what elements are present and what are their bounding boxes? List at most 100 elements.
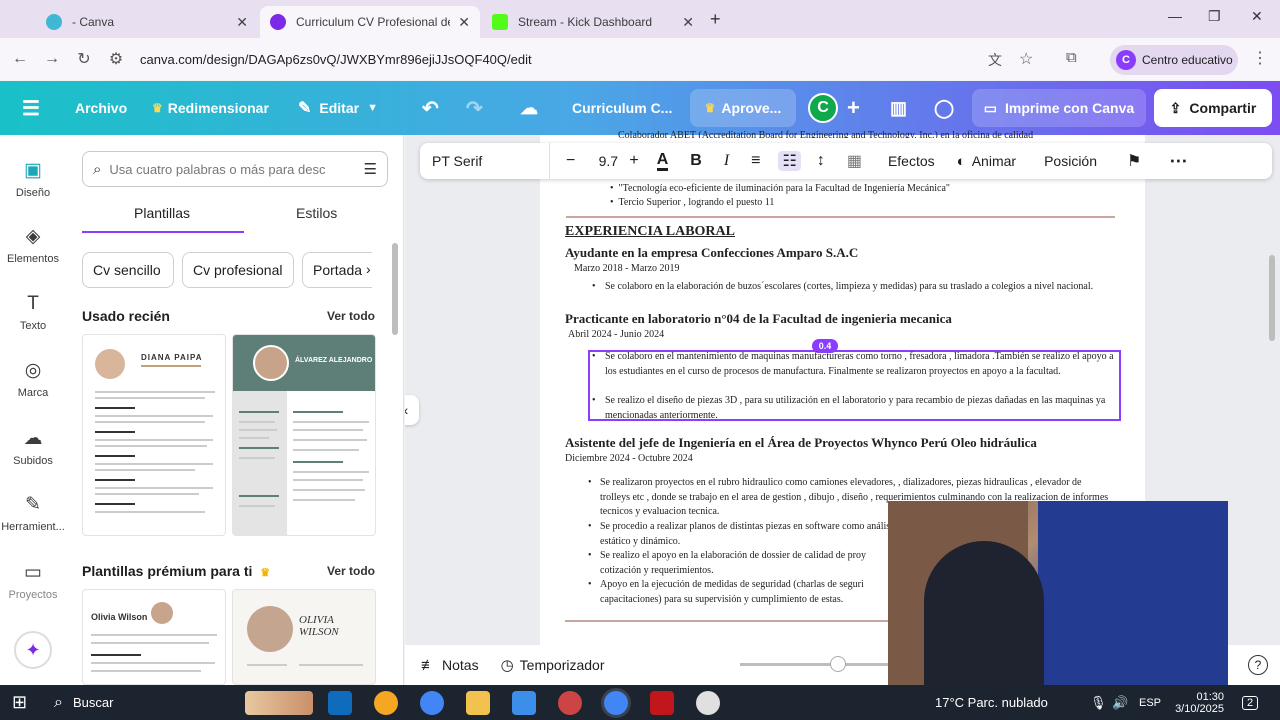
font-size-input[interactable]: 9.7 (593, 153, 623, 169)
italic-icon[interactable]: I (724, 152, 729, 170)
add-collaborator-icon[interactable]: + (847, 81, 860, 135)
effects-button[interactable]: Efectos (888, 153, 935, 169)
job3-bullet-3[interactable]: • Se realizo el apoyo en la elaboración d… (588, 549, 898, 578)
timer-button[interactable]: Temporizador (520, 657, 605, 673)
font-family-select[interactable]: PT Serif (420, 143, 550, 179)
windows-start-icon[interactable]: ⊞ (12, 685, 27, 720)
menu-icon[interactable]: ☰ (22, 81, 40, 135)
rail-elementos[interactable]: ◈ Elementos (0, 225, 66, 265)
upgrade-button[interactable]: ♛ Aprove... (690, 89, 796, 127)
job1-bullet-1[interactable]: • Se colaboro en la elaboración de buzos´… (592, 280, 1112, 295)
rail-diseno[interactable]: ▣ Diseño (0, 159, 66, 199)
increase-size-icon[interactable]: + (629, 152, 638, 170)
zoom-slider-track[interactable] (740, 663, 890, 666)
job1-date[interactable]: Marzo 2018 - Marzo 2019 (574, 263, 680, 274)
chevron-right-icon[interactable]: › (366, 261, 371, 277)
job2-bullet-2[interactable]: • Se realizo el diseño de piezas 3D , par… (592, 394, 1117, 423)
minimize-icon[interactable]: — (1168, 8, 1182, 24)
animate-button[interactable]: Animar (972, 153, 1016, 169)
job3-bullet-4[interactable]: • Apoyo en la ejecución de medidas de seg… (588, 578, 898, 607)
undo-icon[interactable]: ↶ (422, 81, 439, 135)
see-all-premium-link[interactable]: Ver todo (327, 564, 375, 578)
archivo-button[interactable]: Archivo (75, 81, 127, 135)
transparency-icon[interactable]: ▦ (847, 151, 862, 171)
chrome-active-icon[interactable] (604, 691, 628, 715)
notes-button[interactable]: Notas (442, 657, 479, 673)
volume-icon[interactable]: 🔊 (1112, 685, 1128, 720)
rail-proyectos[interactable]: ▭ Proyectos (0, 561, 66, 601)
tab-curriculum[interactable]: Curriculum CV Profesional de M ✕ (260, 6, 480, 38)
see-all-recent-link[interactable]: Ver todo (327, 309, 375, 323)
zoom-slider-handle[interactable] (830, 656, 846, 672)
app-icon[interactable] (558, 691, 582, 715)
mcafee-icon[interactable] (650, 691, 674, 715)
template-search-input[interactable]: ⌕ Usa cuatro palabras o más para desc ☰ (82, 151, 388, 187)
close-tab-icon[interactable]: ✕ (236, 14, 248, 31)
tab-kick[interactable]: Stream - Kick Dashboard ✕ (482, 6, 704, 38)
site-settings-icon[interactable]: ⚙ (100, 49, 132, 69)
job1-title[interactable]: Ayudante en la empresa Confecciones Ampa… (565, 245, 858, 261)
job3-bullet-2[interactable]: • Se procedio a realizar planos de distin… (588, 520, 898, 549)
browser-menu-icon[interactable]: ⋮ (1252, 48, 1268, 68)
rail-herramientas[interactable]: ✎ Herramient... (0, 493, 66, 533)
bold-icon[interactable]: B (690, 152, 702, 170)
template-thumb-diana[interactable]: DIANA PAIPA (82, 334, 226, 536)
align-icon[interactable]: ≡ (751, 152, 760, 170)
position-button[interactable]: Posición (1044, 153, 1097, 169)
job2-bullet-1[interactable]: • Se colaboro en el mantenimiento de maqu… (592, 350, 1117, 379)
rail-marca[interactable]: ◎ Marca (0, 359, 66, 399)
translate-icon[interactable]: 文 (988, 50, 1002, 70)
close-tab-icon[interactable]: ✕ (458, 14, 470, 31)
chip-cv-sencillo[interactable]: Cv sencillo (82, 252, 174, 288)
job3-title[interactable]: Asistente del jefe de Ingeniería en el Á… (565, 435, 1037, 451)
language-indicator[interactable]: ESP (1139, 685, 1161, 720)
more-options-icon[interactable]: ⋯ (1169, 151, 1187, 172)
job2-date[interactable]: Abril 2024 - Junio 2024 (568, 329, 664, 340)
clock[interactable]: 01:30 3/10/2025 (1172, 685, 1224, 720)
chip-cv-profesional[interactable]: Cv profesional (182, 252, 294, 288)
magic-sparkle-icon[interactable]: ✦ (14, 631, 52, 669)
doc-top-bullet-2[interactable]: • Tercio Superior , logrando el puesto 1… (610, 197, 774, 208)
section-experiencia-heading[interactable]: EXPERIENCIA LABORAL (565, 224, 735, 240)
close-tab-icon[interactable]: ✕ (682, 14, 694, 31)
rail-subidos[interactable]: ☁ Subidos (0, 427, 66, 467)
extensions-icon[interactable]: ⧉ (1066, 49, 1077, 66)
insights-chart-icon[interactable]: ▥ (890, 81, 907, 135)
restore-icon[interactable]: ❐ (1208, 8, 1221, 25)
tab-estilos[interactable]: Estilos (296, 205, 337, 221)
job3-date[interactable]: Diciembre 2024 - Octubre 2024 (565, 453, 693, 464)
back-icon[interactable]: ← (4, 50, 36, 68)
close-window-icon[interactable]: ✕ (1251, 8, 1263, 25)
canvas-scrollbar[interactable] (1269, 255, 1275, 341)
file-explorer-icon[interactable] (466, 691, 490, 715)
bookmark-star-icon[interactable]: ☆ (1019, 49, 1033, 69)
profile-chip[interactable]: C Centro educativo (1110, 45, 1238, 75)
notifications-icon[interactable]: 2 (1242, 685, 1259, 720)
redimensionar-button[interactable]: ♛ Redimensionar (152, 81, 269, 135)
chrome-icon[interactable] (420, 691, 444, 715)
outlook-icon[interactable] (328, 691, 352, 715)
rail-texto[interactable]: T Texto (0, 293, 66, 332)
print-button[interactable]: ▭ Imprime con Canva (972, 89, 1146, 127)
doc-top-bullet-1[interactable]: • "Tecnología eco-eficiente de iluminaci… (610, 183, 950, 194)
doc-top-cut-line[interactable]: Colaborador ABET (Accreditation Board fo… (618, 130, 1098, 138)
mic-icon[interactable]: 🎙 (1090, 685, 1107, 720)
app-icon[interactable] (374, 691, 398, 715)
share-button[interactable]: ⇪ Compartir (1154, 89, 1272, 127)
decrease-size-icon[interactable]: − (566, 152, 575, 170)
weather-widget[interactable]: 17°C Parc. nublado (935, 685, 1048, 720)
forward-icon[interactable]: → (36, 50, 68, 68)
collapse-panel-icon[interactable]: ‹ (405, 395, 419, 425)
template-thumb-alvarez[interactable]: ÁLVAREZ ALEJANDRO (232, 334, 376, 536)
template-thumb-olivia-1[interactable]: Olivia Wilson (82, 589, 226, 685)
template-thumb-olivia-2[interactable]: OLIVIA WILSON (232, 589, 376, 685)
panel-scrollbar[interactable] (392, 243, 398, 335)
new-tab-icon[interactable]: + (710, 9, 721, 30)
taskbar-widget-image[interactable] (245, 691, 313, 715)
text-color-icon[interactable]: A (656, 151, 669, 171)
tab-canva[interactable]: - Canva ✕ (36, 6, 258, 38)
tab-plantillas[interactable]: Plantillas (134, 205, 190, 221)
line-spacing-icon[interactable]: ↕ (817, 152, 825, 170)
chip-portada[interactable]: Portada (302, 252, 372, 288)
list-icon[interactable]: ☷ (778, 151, 801, 171)
